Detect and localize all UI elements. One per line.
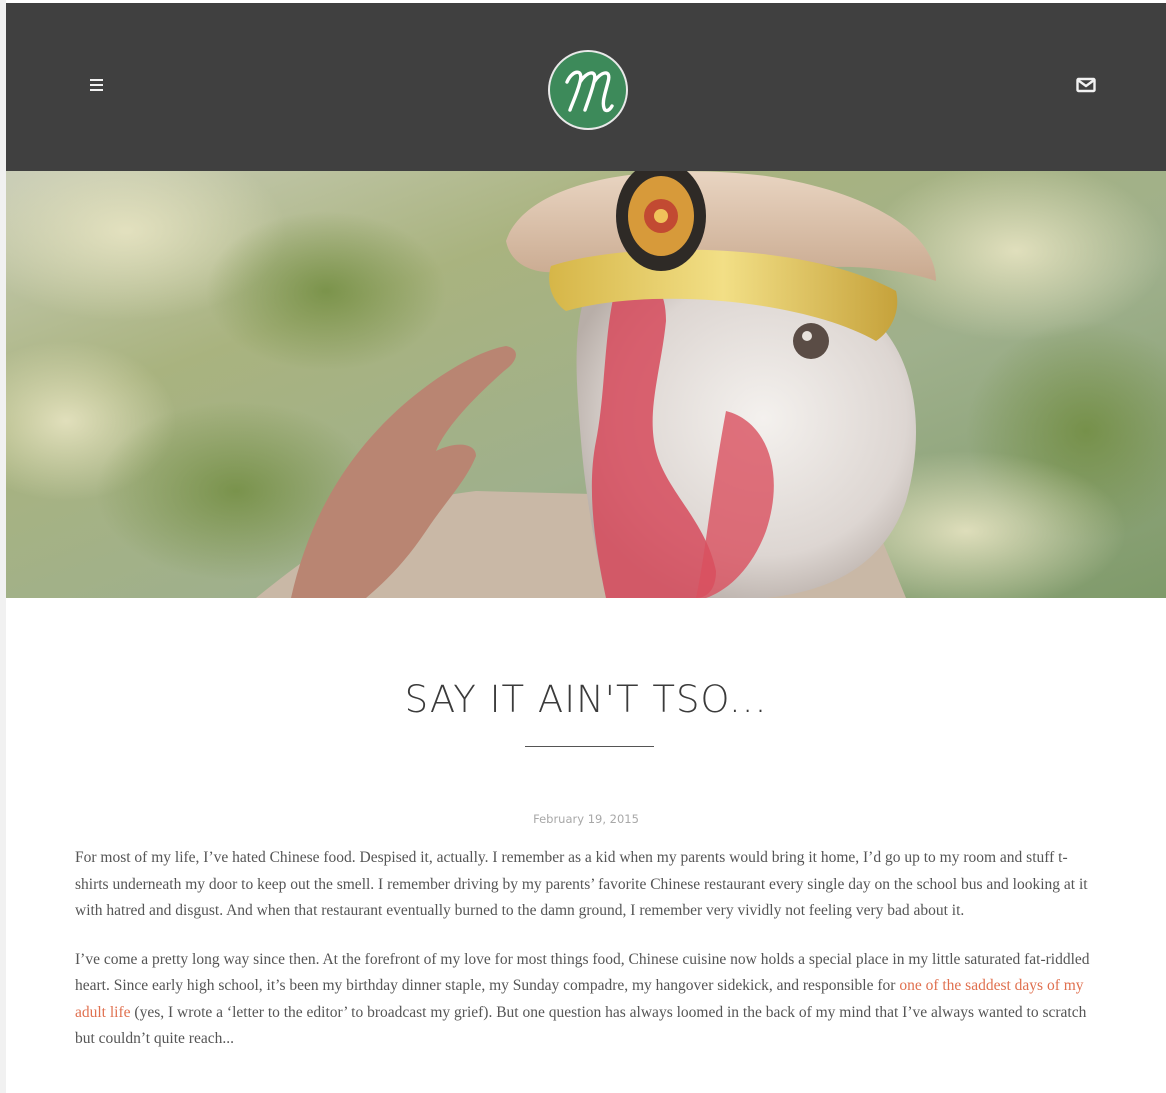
paragraph-2-text-b: (yes, I wrote a ‘letter to the editor’ t… (75, 1003, 1087, 1048)
title-divider (525, 746, 654, 747)
site-logo[interactable] (550, 52, 626, 128)
paragraph-2: I’ve come a pretty long way since then. … (75, 947, 1093, 1053)
logo-m-icon (551, 53, 625, 127)
paragraph-1: For most of my life, I’ve hated Chinese … (75, 849, 1088, 919)
post-title: SAY IT AIN'T TSO... (404, 678, 768, 721)
envelope-icon[interactable] (1076, 77, 1096, 93)
post-date: February 19, 2015 (533, 812, 639, 826)
hero-image (6, 171, 1166, 598)
site-header (6, 3, 1166, 171)
hamburger-menu-icon[interactable] (90, 75, 108, 95)
post-body: For most of my life, I’ve hated Chinese … (75, 845, 1093, 1075)
